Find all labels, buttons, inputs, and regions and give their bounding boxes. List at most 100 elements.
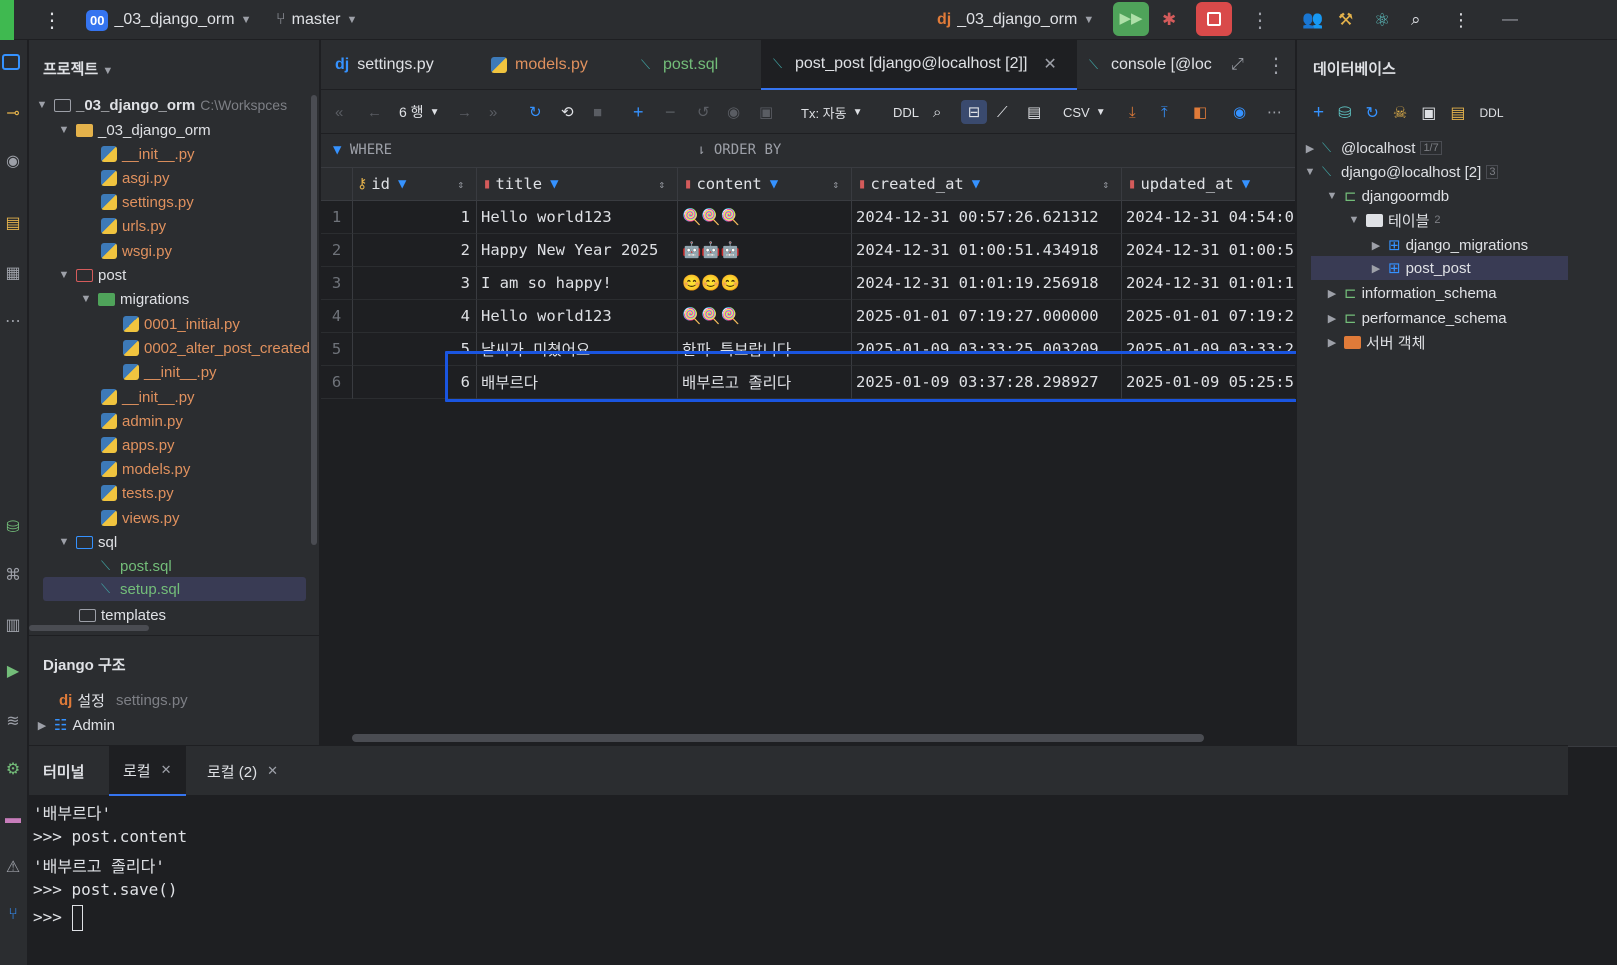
tree-item-root[interactable]: ▼ _03_django_orm C:\Workspces xyxy=(35,93,288,117)
tree-item-folder[interactable]: ▼ _03_django_orm xyxy=(57,118,211,142)
tree-item-file[interactable]: asgi.py xyxy=(101,166,170,190)
grid-cell-created-at[interactable]: 2024-12-31 01:00:51.434918 xyxy=(852,234,1122,267)
history-icon[interactable]: ⟲ xyxy=(561,100,574,124)
run-tool-icon[interactable]: ▶ xyxy=(2,660,24,682)
layers-icon[interactable]: ≋ xyxy=(2,710,24,732)
expand-icon[interactable]: ⤢ xyxy=(1231,40,1244,90)
github-icon[interactable]: ◉ xyxy=(2,150,24,172)
add-row-icon[interactable]: + xyxy=(633,100,644,124)
close-icon[interactable]: ✕ xyxy=(1043,54,1056,74)
grid-cell-id[interactable]: 6 xyxy=(353,366,477,399)
git-icon[interactable]: ⑂ xyxy=(2,904,24,926)
tree-item-folder[interactable]: templates xyxy=(79,603,166,627)
grid-cell-id[interactable]: 2 xyxy=(353,234,477,267)
tab-local-2[interactable]: 로컬 (2) ✕ xyxy=(207,746,278,796)
column-header-updated-at[interactable]: ▮ updated_at ▼ xyxy=(1122,168,1295,201)
download-icon[interactable]: ⤓ xyxy=(1129,100,1136,124)
column-header-id[interactable]: ⚷ id ▼ ⇕ xyxy=(353,168,477,201)
tree-item-folder[interactable]: ▼ post xyxy=(57,263,127,287)
django-settings-item[interactable]: dj 설정 settings.py xyxy=(59,688,188,712)
filter-icon[interactable]: ▼ xyxy=(398,176,406,192)
grid-cell-content[interactable]: 한파 특보랍니다 xyxy=(678,333,852,366)
terminal-tool-icon[interactable]: ▬ xyxy=(2,808,24,830)
upload-icon[interactable]: ⤒ xyxy=(1161,100,1168,124)
db-tree-table-django-migrations[interactable]: ▶ ⊞ django_migrations xyxy=(1369,233,1528,257)
project-switcher[interactable]: 00 _03_django_orm ▼ xyxy=(86,0,251,40)
terminal-prompt-line[interactable]: >>> xyxy=(33,905,83,931)
grid-cell-title[interactable]: 날씨가 미쳤어요 xyxy=(477,333,678,366)
grid-cell-updated-at[interactable]: 2025-01-01 07:19:2 xyxy=(1122,300,1295,333)
filter-toggle-icon[interactable]: ⊟ xyxy=(961,100,987,124)
grid-cell-id[interactable]: 5 xyxy=(353,333,477,366)
transaction-mode-selector[interactable]: Tx: 자동 ▼ xyxy=(801,100,863,124)
tree-item-file-selected[interactable]: ⟍ setup.sql xyxy=(43,577,306,601)
tree-item-file[interactable]: wsgi.py xyxy=(101,239,172,263)
branch-switcher[interactable]: ⑂ master ▼ xyxy=(276,0,357,40)
grid-cell-created-at[interactable]: 2025-01-01 07:19:27.000000 xyxy=(852,300,1122,333)
chart-icon[interactable]: ⟋ xyxy=(997,100,1008,124)
close-icon[interactable]: ✕ xyxy=(267,763,278,779)
more-icon[interactable]: ⋯ xyxy=(1267,100,1282,124)
grid-cell-content[interactable]: 🍭🍭🍭 xyxy=(678,300,852,333)
delete-row-icon[interactable]: − xyxy=(665,100,676,124)
search-icon[interactable]: ⌕ xyxy=(1411,0,1421,40)
build-tools-icon[interactable]: ⚒ xyxy=(1338,0,1353,40)
run-config-selector[interactable]: dj _03_django_orm ▼ xyxy=(937,0,1094,40)
table-editor-icon[interactable]: ▤ xyxy=(1450,103,1465,123)
tree-item-file[interactable]: 0002_alter_post_created xyxy=(123,336,310,360)
stop-button[interactable] xyxy=(1196,2,1232,36)
order-by-input[interactable]: ⇂ ORDER BY xyxy=(697,142,781,158)
python-packages-icon[interactable]: ⛁ xyxy=(2,516,24,538)
sort-icon[interactable]: ⇕ xyxy=(658,178,665,191)
commit-icon[interactable]: ⊸ xyxy=(2,102,24,124)
grid-cell-content[interactable]: 배부르고 졸리다 xyxy=(678,366,852,399)
stop-icon[interactable]: ■ xyxy=(593,100,602,124)
data-source-icon[interactable]: ⛁ xyxy=(1338,103,1351,123)
db-tree-performance-schema[interactable]: ▶ ⊏ performance_schema xyxy=(1325,306,1507,330)
grid-cell-title[interactable]: 배부르다 xyxy=(477,366,678,399)
tab-console[interactable]: ⟍ console [@loc xyxy=(1089,40,1217,90)
eye-icon[interactable]: ◉ xyxy=(1233,100,1246,124)
services-icon[interactable]: ▥ xyxy=(2,614,24,636)
tree-item-file[interactable]: views.py xyxy=(101,506,180,530)
revert-icon[interactable]: ↺ xyxy=(697,100,710,124)
tab-settings-py[interactable]: dj settings.py xyxy=(335,40,475,90)
grid-cell-updated-at[interactable]: 2024-12-31 01:00:5 xyxy=(1122,234,1295,267)
problems-icon[interactable]: ⚠ xyxy=(2,856,24,878)
close-icon[interactable]: ✕ xyxy=(161,762,172,778)
run-button[interactable]: ▶▶ xyxy=(1113,2,1149,36)
filter-icon[interactable]: ▼ xyxy=(972,176,980,192)
refresh-icon[interactable]: ↻ xyxy=(1366,103,1379,123)
grid-cell-title[interactable]: Happy New Year 2025 xyxy=(477,234,678,267)
horizontal-scrollbar[interactable] xyxy=(29,625,149,631)
tree-item-file[interactable]: ⟍ post.sql xyxy=(101,554,172,578)
more-actions-icon[interactable]: ⋮ xyxy=(1250,0,1270,40)
preview-icon[interactable]: ◉ xyxy=(727,100,740,124)
tree-item-file[interactable]: apps.py xyxy=(101,433,175,457)
grid-cell-title[interactable]: Hello world123 xyxy=(477,300,678,333)
tree-item-folder[interactable]: ▼ migrations xyxy=(79,287,190,311)
grid-cell-id[interactable]: 4 xyxy=(353,300,477,333)
grid-cell-created-at[interactable]: 2024-12-31 00:57:26.621312 xyxy=(852,201,1122,234)
db-tree-information-schema[interactable]: ▶ ⊏ information_schema xyxy=(1325,281,1497,305)
row-number[interactable]: 2 xyxy=(321,234,353,267)
tab-menu-icon[interactable]: ⋮ xyxy=(1266,40,1286,90)
filter-icon[interactable]: ▼ xyxy=(1242,176,1250,192)
grid-horizontal-scrollbar[interactable] xyxy=(352,734,1204,742)
tree-item-folder[interactable]: ▼ sql xyxy=(57,530,118,554)
tree-item-file[interactable]: urls.py xyxy=(101,214,166,238)
column-header-content[interactable]: ▮ content ▼ ⇕ xyxy=(678,168,852,201)
ide-logo-icon[interactable] xyxy=(0,0,14,40)
add-icon[interactable]: + xyxy=(1313,102,1324,124)
row-number[interactable]: 1 xyxy=(321,201,353,234)
view-options-icon[interactable]: ▤ xyxy=(1027,100,1041,124)
grid-cell-title[interactable]: Hello world123 xyxy=(477,201,678,234)
column-header-title[interactable]: ▮ title ▼ ⇕ xyxy=(477,168,678,201)
grid-cell-created-at[interactable]: 2025-01-09 03:37:28.298927 xyxy=(852,366,1122,399)
db-tree-django-localhost[interactable]: ▼ ⟍ django@localhost [2] 3 xyxy=(1303,160,1499,184)
tree-item-file[interactable]: __init__.py xyxy=(101,142,195,166)
grid-cell-created-at[interactable]: 2024-12-31 01:01:19.256918 xyxy=(852,267,1122,300)
row-number[interactable]: 3 xyxy=(321,267,353,300)
grid-cell-content[interactable]: 🤖🤖🤖 xyxy=(678,234,852,267)
row-number[interactable]: 4 xyxy=(321,300,353,333)
